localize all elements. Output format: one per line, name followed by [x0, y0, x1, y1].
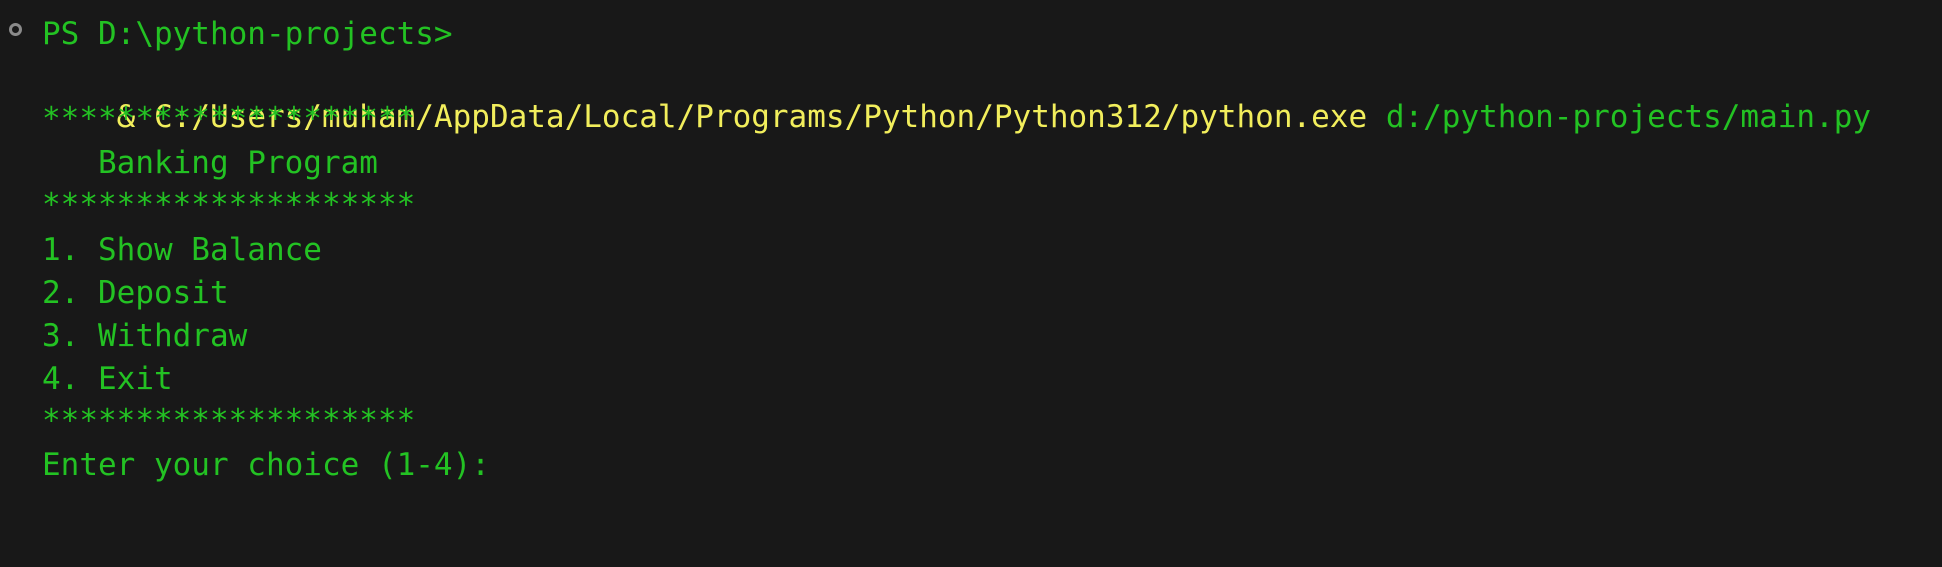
menu-item-deposit: 2. Deposit [42, 275, 229, 311]
script-path: d:/python-projects/main.py [1385, 99, 1872, 135]
menu-item-withdraw: 3. Withdraw [42, 318, 248, 354]
separator-bottom: ******************** [42, 403, 416, 439]
menu-item-show-balance: 1. Show Balance [42, 232, 322, 268]
choice-input-prompt[interactable]: Enter your choice (1-4): [42, 445, 490, 485]
separator-top: ******************** [42, 101, 416, 137]
command-decoration-circle-icon[interactable] [9, 23, 22, 36]
prompt-line: PS D:\python-projects> [42, 16, 453, 52]
command-line: & C:/Users/muham/AppData/Local/Programs/… [42, 57, 1871, 135]
program-title: Banking Program [42, 145, 378, 181]
terminal-panel[interactable]: PS D:\python-projects> & C:/Users/muham/… [0, 0, 1942, 567]
separator-middle: ******************** [42, 187, 416, 223]
menu-item-exit: 4. Exit [42, 361, 173, 397]
